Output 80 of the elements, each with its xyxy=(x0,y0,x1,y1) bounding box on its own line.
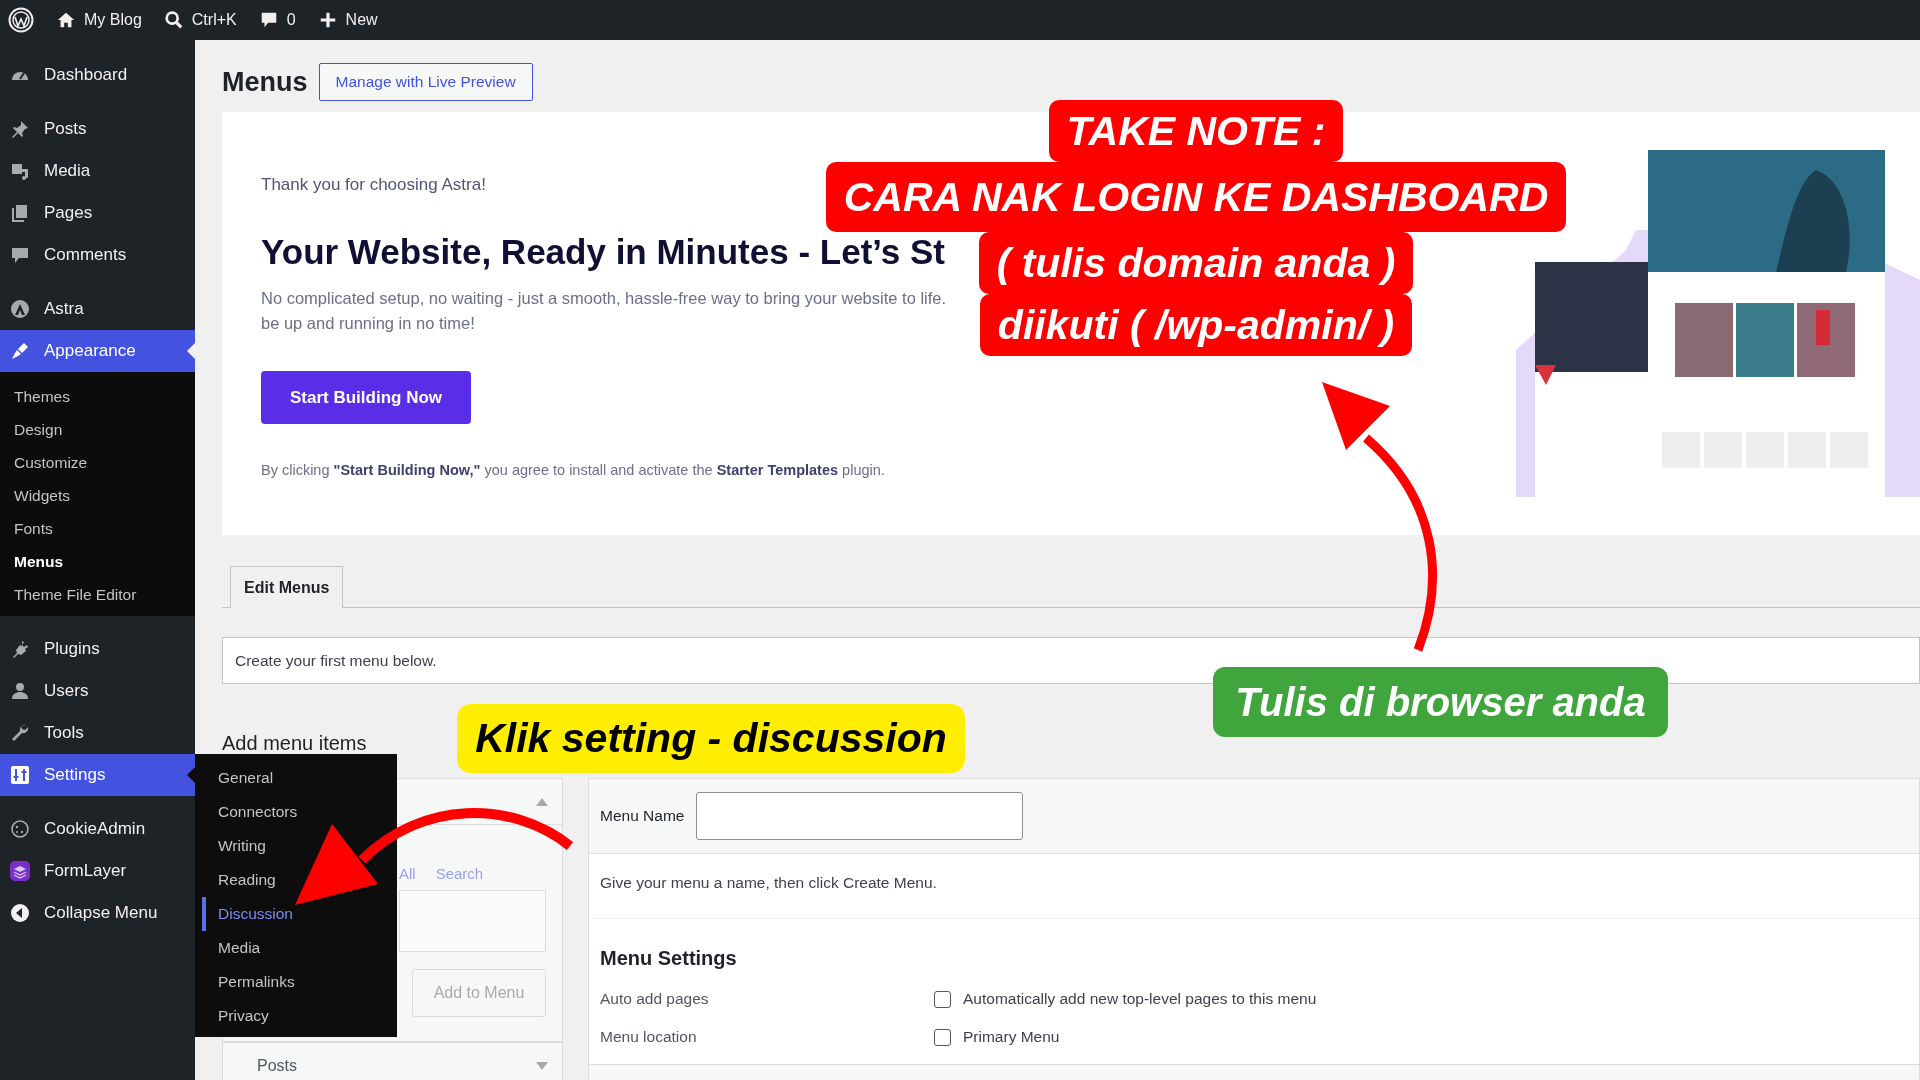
sidebar-item[interactable]: Plugins xyxy=(0,628,195,670)
page-title: Menus xyxy=(222,66,308,98)
submenu-item[interactable]: Fonts xyxy=(0,512,195,545)
submenu-item[interactable]: Menus xyxy=(0,545,195,578)
submenu-item[interactable]: Discussion xyxy=(202,897,397,931)
sliders-icon xyxy=(10,765,30,785)
description-text: be up and running in no time! xyxy=(261,313,475,334)
annotation-text: CARA NAK LOGIN KE DASHBOARD xyxy=(825,162,1567,232)
cookie-icon xyxy=(10,819,30,839)
checkbox-label: Primary Menu xyxy=(963,1028,1060,1046)
sidebar-item[interactable]: Users xyxy=(0,670,195,712)
submenu-item[interactable]: Writing xyxy=(195,829,397,863)
caret-icon xyxy=(536,797,548,806)
user-icon xyxy=(10,681,30,701)
submenu-item[interactable]: Customize xyxy=(0,446,195,479)
submenu-item[interactable]: Theme File Editor xyxy=(0,578,195,611)
submenu-item[interactable]: Widgets xyxy=(0,479,195,512)
sidebar-item[interactable]: Settings xyxy=(0,754,195,796)
brush-icon xyxy=(10,341,30,361)
sidebar-item[interactable]: Astra xyxy=(0,288,195,330)
toolbar-item[interactable]: My Blog xyxy=(56,10,142,30)
submenu-item[interactable]: Permalinks xyxy=(195,965,397,999)
annotation-label: Tulis di browser anda xyxy=(1213,667,1668,737)
banner-heading: Your Website, Ready in Minutes - Let’s St xyxy=(261,232,945,272)
intro-text: Thank you for choosing Astra! xyxy=(261,175,487,195)
sidebar-item[interactable]: Comments xyxy=(0,234,195,276)
input-field[interactable] xyxy=(696,792,1024,840)
notice-text: Create your first menu below. xyxy=(222,637,1920,684)
pushpin-icon xyxy=(10,119,30,139)
submenu-item[interactable]: Reading xyxy=(195,863,397,897)
submenu-item[interactable]: Media xyxy=(195,931,397,965)
accordion-header[interactable]: Posts xyxy=(223,1043,562,1080)
sidebar-item[interactable]: CookieAdmin xyxy=(0,808,195,850)
logo-icon xyxy=(8,7,34,33)
annotation-text: TAKE NOTE : xyxy=(1048,100,1344,162)
annotation-label: Klik setting - discussion xyxy=(457,704,965,773)
submenu-item[interactable]: General xyxy=(195,761,397,795)
collapse-icon xyxy=(10,903,30,923)
sidebar-item[interactable]: Collapse Menu xyxy=(0,892,195,934)
toolbar-item[interactable]: 0 xyxy=(258,10,296,30)
annotation-text: ( tulis domain anda ) xyxy=(978,232,1414,294)
description-text: No complicated setup, no waiting - just a smooth, hassle-free way to bring your website to life. xyxy=(261,288,947,309)
sidebar-item[interactable]: Pages xyxy=(0,192,195,234)
section-heading: Add menu items xyxy=(222,732,367,756)
home-icon xyxy=(56,10,76,30)
live-preview-button[interactable]: Manage with Live Preview xyxy=(318,63,533,101)
pointer-notch xyxy=(187,343,195,359)
sidebar-item[interactable]: Media xyxy=(0,150,195,192)
submenu-item[interactable]: Connectors xyxy=(195,795,397,829)
sidebar-item[interactable]: Dashboard xyxy=(0,54,195,96)
circle-logo-icon xyxy=(10,299,30,319)
setting-label: Menu location xyxy=(600,1028,698,1046)
consent-text: By clicking "Start Building Now," you agree to install and activate the Starter Templates plugin. xyxy=(261,462,886,478)
checkbox[interactable] xyxy=(934,990,951,1008)
toolbar-item[interactable]: New xyxy=(317,10,378,30)
media-icon xyxy=(10,161,30,181)
hint-text: Give your menu a name, then click Create Menu. xyxy=(589,854,1919,919)
checkbox-label: Automatically add new top-level pages to this menu xyxy=(963,990,1317,1008)
toolbar-item[interactable]: Ctrl+K xyxy=(163,10,237,30)
annotation-text: diikuti ( /wp-admin/ ) xyxy=(979,294,1413,356)
caret-icon xyxy=(536,1061,548,1070)
wrench-icon xyxy=(10,723,30,743)
submenu-item[interactable]: Design xyxy=(0,413,195,446)
sidebar-item[interactable]: FormLayer xyxy=(0,850,195,892)
sidebar-item[interactable]: Tools xyxy=(0,712,195,754)
submenu-item[interactable]: Privacy xyxy=(195,999,397,1033)
accordion-title: Posts xyxy=(257,1056,297,1075)
sidebar-item[interactable]: Appearance xyxy=(0,330,195,372)
checkbox[interactable] xyxy=(934,1028,951,1046)
search-icon xyxy=(163,10,184,30)
tab[interactable]: Edit Menus xyxy=(230,566,344,608)
layers-icon xyxy=(10,861,30,881)
sidebar-item[interactable]: Posts xyxy=(0,108,195,150)
pages-icon xyxy=(10,203,30,223)
submenu-item[interactable]: Themes xyxy=(0,380,195,413)
speech-bubble-icon xyxy=(10,245,30,265)
start-building-button[interactable]: Start Building Now xyxy=(261,371,471,424)
setting-label: Auto add pages xyxy=(600,990,710,1008)
settings-heading: Menu Settings xyxy=(599,946,738,971)
field-label: Menu Name xyxy=(600,807,685,825)
